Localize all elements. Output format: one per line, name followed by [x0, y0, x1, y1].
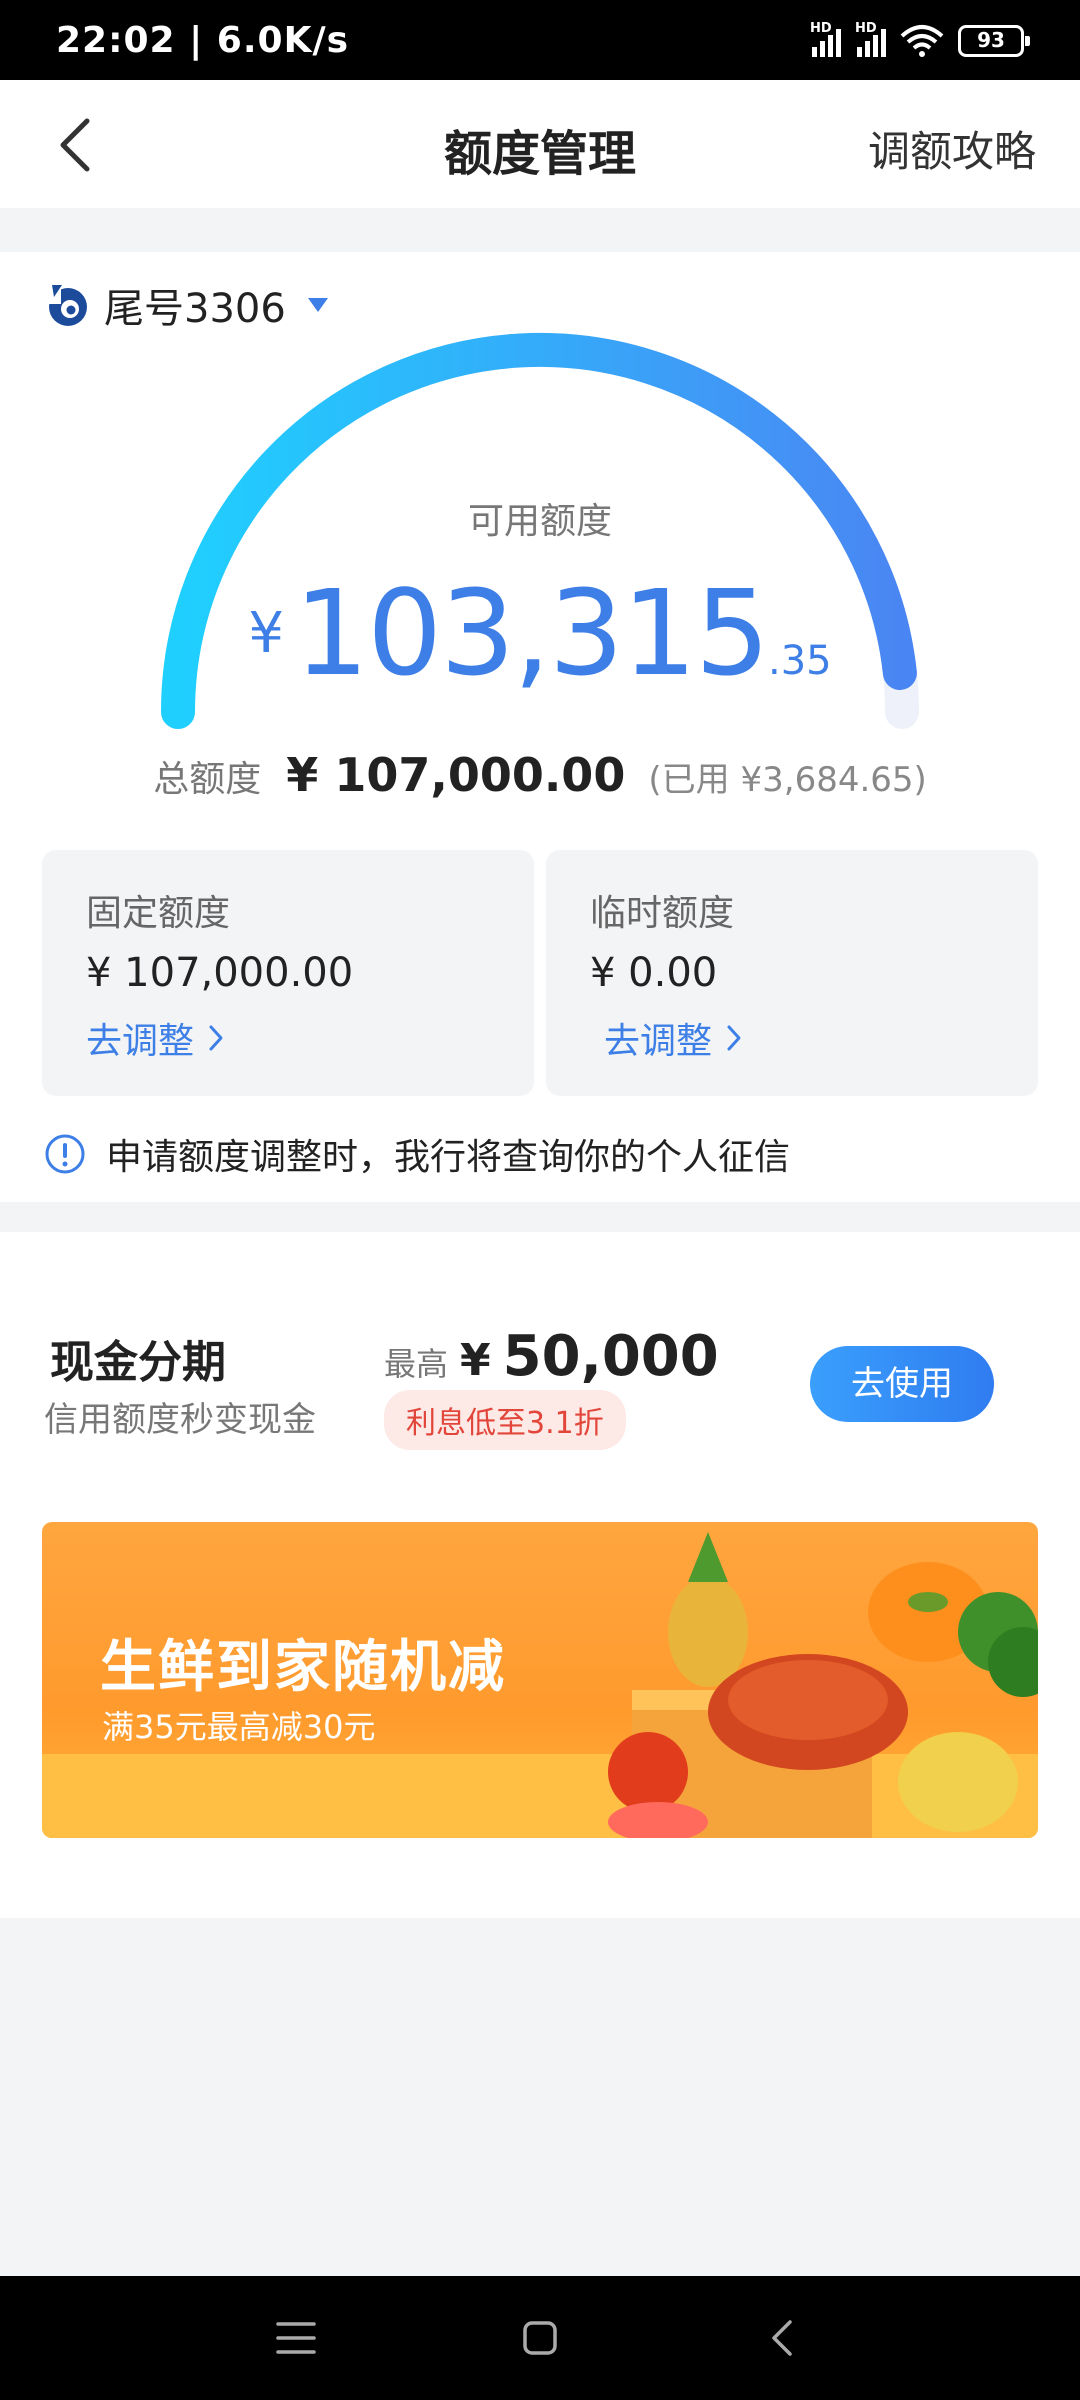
signal-icon: HD — [810, 21, 841, 57]
cash-installment-card: 现金分期 信用额度秒变现金 最高 ¥ 50,000 利息低至3.1折 去使用 — [0, 1232, 1080, 1492]
cash-max-amount: 最高 ¥ 50,000 — [384, 1324, 719, 1389]
status-bar: 22:02 | 6.0K/s HD HD 93 — [0, 0, 1080, 80]
fixed-limit-value: ¥ 107,000.00 — [86, 950, 354, 996]
max-label: 最高 — [384, 1345, 449, 1383]
adjust-fixed-label: 去调整 — [86, 1021, 195, 1062]
menu-nav-button[interactable] — [266, 2312, 326, 2364]
status-time: 22:02 | 6.0K/s — [56, 20, 350, 61]
status-icons: HD HD 93 — [810, 21, 1030, 58]
available-currency: ¥ — [248, 601, 285, 666]
total-limit-row: 总额度 ¥ 107,000.00 (已用 ¥3,684.65) — [0, 748, 1080, 802]
fresh-food-banner[interactable]: 生鲜到家随机减 满35元最高减30元 — [42, 1522, 1038, 1838]
banner-subtitle: 满35元最高减30元 — [102, 1708, 376, 1746]
banner-section: 生鲜到家随机减 满35元最高减30元 — [0, 1492, 1080, 1918]
home-nav-button[interactable] — [510, 2312, 570, 2364]
notice-text: 申请额度调整时，我行将查询你的个人征信 — [106, 1137, 791, 1178]
chevron-left-icon — [60, 118, 90, 172]
max-currency: ¥ — [460, 1335, 491, 1386]
system-nav-bar — [0, 2276, 1080, 2400]
available-decimal: .35 — [767, 638, 832, 684]
fixed-limit-title: 固定额度 — [86, 893, 231, 934]
available-label: 可用额度 — [467, 501, 612, 542]
chevron-right-icon — [727, 1025, 741, 1051]
chevron-right-icon — [209, 1025, 223, 1051]
temporary-limit-title: 临时额度 — [590, 893, 735, 934]
cash-title: 现金分期 — [50, 1337, 226, 1388]
banner-title: 生鲜到家随机减 — [100, 1635, 506, 1700]
cash-subtitle: 信用额度秒变现金 — [44, 1400, 316, 1440]
back-button[interactable] — [40, 110, 110, 180]
used-amount: (已用 ¥3,684.65) — [648, 760, 927, 800]
signal-icon: HD — [855, 21, 886, 57]
adjust-temporary-link[interactable]: 去调整 — [604, 1012, 742, 1064]
back-triangle-icon — [772, 2320, 792, 2356]
fresh-food-illustration — [608, 1532, 1038, 1838]
available-amount: ¥103,315.35 — [0, 564, 1080, 702]
credit-check-notice: 申请额度调整时，我行将查询你的个人征信 — [44, 1128, 790, 1180]
temporary-limit-value: ¥ 0.00 — [590, 950, 718, 996]
total-value: ¥ 107,000.00 — [286, 748, 626, 802]
menu-icon — [276, 2322, 316, 2354]
adjust-fixed-link[interactable]: 去调整 — [86, 1012, 224, 1064]
temporary-limit-box: 临时额度 ¥ 0.00 去调整 — [546, 850, 1038, 1096]
credit-limit-card: 尾号3306 可用额度 ¥103,315.35 总额度 ¥ 107,000.00… — [0, 252, 1080, 1202]
adjust-temporary-label: 去调整 — [604, 1021, 713, 1062]
adjust-guide-link[interactable]: 调额攻略 — [868, 118, 1036, 179]
wifi-icon — [900, 25, 944, 57]
back-nav-button[interactable] — [752, 2312, 812, 2364]
fixed-limit-box: 固定额度 ¥ 107,000.00 去调整 — [42, 850, 534, 1096]
app-header: 额度管理 调额攻略 — [0, 80, 1080, 208]
total-label: 总额度 — [153, 759, 262, 800]
bank-logo-icon — [47, 284, 87, 326]
max-value: 50,000 — [502, 1324, 719, 1389]
home-square-icon — [523, 2321, 557, 2355]
available-integer: 103,315 — [294, 564, 770, 702]
info-icon — [45, 1134, 85, 1174]
use-cash-button[interactable]: 去使用 — [810, 1346, 994, 1422]
battery-icon: 93 — [958, 25, 1030, 57]
dropdown-caret-icon — [307, 298, 328, 312]
interest-tag: 利息低至3.1折 — [384, 1390, 626, 1450]
